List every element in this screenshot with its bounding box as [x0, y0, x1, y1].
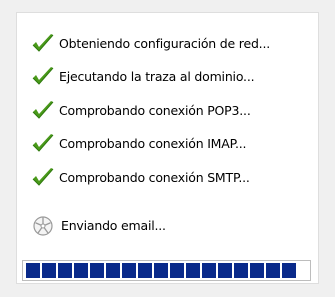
step-label: Comprobando conexión IMAP...: [59, 135, 247, 151]
spinner-icon: [31, 214, 55, 238]
progress-bar: [22, 260, 311, 281]
diagnostics-panel: Obteniendo configuración de red... Ejecu…: [16, 12, 319, 284]
check-icon: [29, 130, 57, 158]
progress-block: [106, 263, 120, 278]
step-network-config: Obteniendo configuración de red...: [29, 29, 270, 59]
step-domain-trace: Ejecutando la traza al dominio...: [29, 62, 255, 92]
progress-block: [202, 263, 216, 278]
step-imap: Comprobando conexión IMAP...: [29, 129, 247, 159]
progress-block: [186, 263, 200, 278]
step-label: Comprobando conexión SMTP...: [59, 169, 250, 185]
progress-block: [154, 263, 168, 278]
progress-block: [26, 263, 40, 278]
progress-block: [266, 263, 280, 278]
progress-block: [218, 263, 232, 278]
step-label: Enviando email...: [61, 217, 166, 233]
step-send-email: Enviando email...: [31, 213, 166, 239]
progress-block: [138, 263, 152, 278]
step-label: Ejecutando la traza al dominio...: [59, 68, 255, 84]
step-smtp: Comprobando conexión SMTP...: [29, 163, 250, 193]
progress-block: [74, 263, 88, 278]
check-icon: [29, 63, 57, 91]
step-label: Obteniendo configuración de red...: [59, 35, 270, 51]
progress-block: [122, 263, 136, 278]
progress-block: [42, 263, 56, 278]
progress-block: [170, 263, 184, 278]
check-icon: [29, 30, 57, 58]
step-pop3: Comprobando conexión POP3...: [29, 96, 251, 126]
progress-block: [234, 263, 248, 278]
check-icon: [29, 164, 57, 192]
progress-block: [250, 263, 264, 278]
progress-block: [282, 263, 296, 278]
step-label: Comprobando conexión POP3...: [59, 102, 251, 118]
progress-block: [58, 263, 72, 278]
progress-block: [90, 263, 104, 278]
check-icon: [29, 97, 57, 125]
